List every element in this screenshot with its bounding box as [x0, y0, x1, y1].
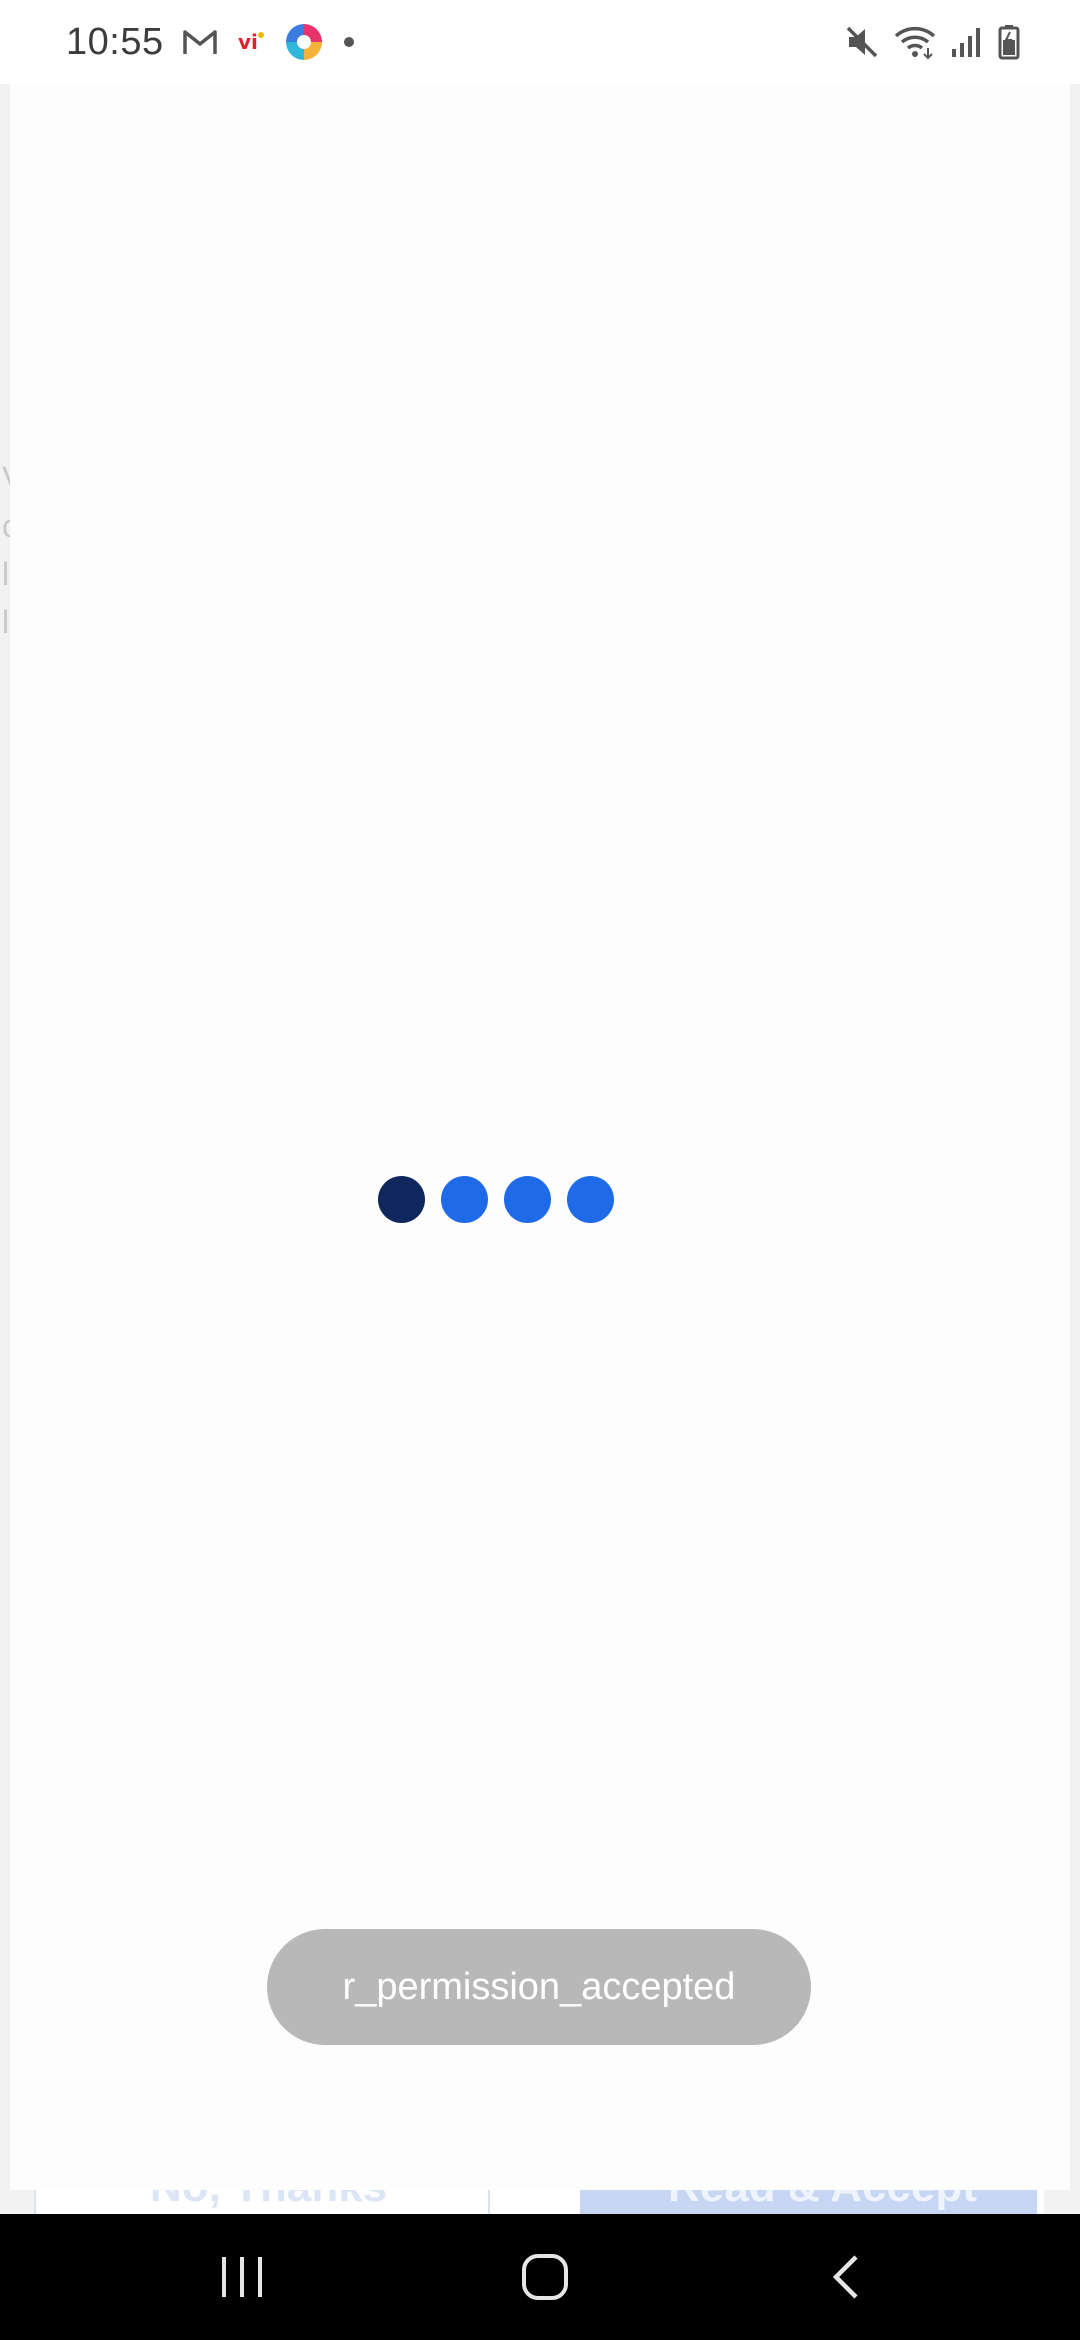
home-icon[interactable] — [505, 2242, 585, 2312]
loading-dot — [441, 1176, 488, 1223]
loading-dot — [567, 1176, 614, 1223]
loading-dot — [504, 1176, 551, 1223]
vi-icon: vi — [236, 29, 266, 55]
notification-icons: vi — [182, 22, 356, 62]
loading-indicator — [378, 1176, 614, 1223]
toast-message: r_permission_accepted — [267, 1929, 811, 2045]
gmail-icon — [182, 27, 218, 57]
background-divider — [488, 2190, 490, 2214]
status-time: 10:55 — [66, 20, 164, 63]
wifi-icon — [894, 24, 936, 60]
battery-icon — [998, 24, 1020, 60]
loading-dot — [378, 1176, 425, 1223]
recent-apps-icon[interactable] — [202, 2242, 282, 2312]
signal-icon — [950, 25, 984, 59]
navigation-bar — [0, 2214, 1080, 2340]
loading-overlay — [10, 84, 1070, 2190]
back-icon[interactable] — [806, 2242, 886, 2312]
svg-text:vi: vi — [238, 30, 258, 54]
status-bar: 10:55 vi — [0, 0, 1080, 84]
dot-icon — [342, 35, 356, 49]
app-icon — [284, 22, 324, 62]
system-icons — [844, 24, 1020, 60]
mute-icon — [844, 24, 880, 60]
